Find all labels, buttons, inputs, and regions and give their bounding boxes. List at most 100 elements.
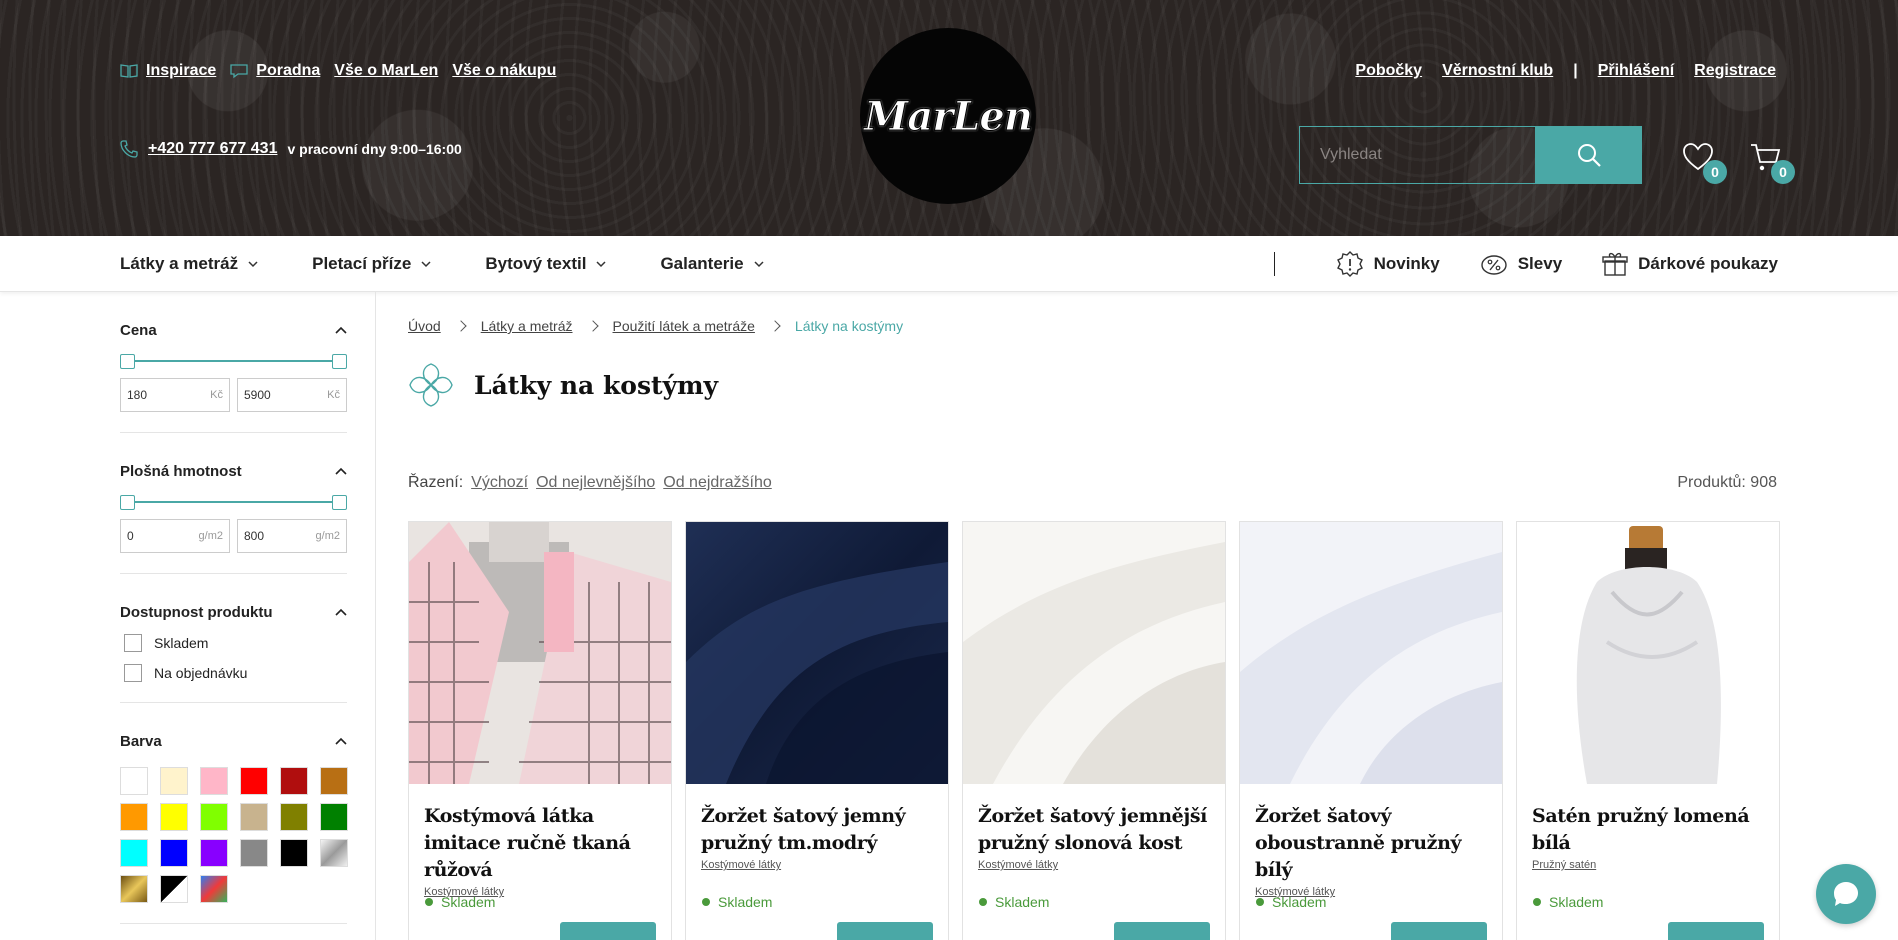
color-swatch[interactable] [160,839,188,867]
header-divider: | [1573,62,1578,79]
product-card[interactable]: Kostýmová látka imitace ručně tkaná růžo… [408,521,672,940]
nav-item-slevy[interactable]: Slevy [1480,250,1562,278]
price-min-input[interactable]: 180 Kč [120,378,230,412]
color-swatch[interactable] [120,839,148,867]
add-to-cart-button[interactable] [560,922,656,940]
color-swatch[interactable] [280,803,308,831]
nav-item-darkove-poukazy[interactable]: Dárkové poukazy [1602,251,1778,277]
color-swatch[interactable] [120,875,148,903]
search-button[interactable] [1536,126,1642,184]
color-swatch[interactable] [200,875,228,903]
add-to-cart-button[interactable] [1391,922,1487,940]
color-swatch[interactable] [160,767,188,795]
price-max-input[interactable]: 5900 Kč [237,378,347,412]
link-prihlaseni[interactable]: Přihlášení [1598,62,1674,80]
weight-max-input[interactable]: 800 g/m2 [237,519,347,553]
color-swatch[interactable] [200,803,228,831]
link-pobocky[interactable]: Pobočky [1355,62,1422,80]
add-to-cart-button[interactable] [1668,922,1764,940]
breadcrumb-pouziti[interactable]: Použití látek a metráže [613,318,755,334]
slider-max-handle[interactable] [332,354,347,369]
weight-slider[interactable] [120,495,347,510]
filter-color-header[interactable]: Barva [120,731,347,751]
nav-item-pletaci-prize[interactable]: Pletací příze [312,254,431,274]
filter-availability-header[interactable]: Dostupnost produktu [120,602,347,622]
link-vernostni-klub[interactable]: Věrnostní klub [1442,62,1553,80]
product-image[interactable] [963,522,1225,784]
sort-cheapest[interactable]: Od nejlevnějšího [536,474,655,492]
nav-item-label: Galanterie [660,254,744,273]
product-card[interactable]: Žoržet šatový jemnější pružný slonová ko… [962,521,1226,940]
product-name[interactable]: Satén pružný lomená bílá [1517,803,1779,857]
sort-default[interactable]: Výchozí [471,474,528,492]
color-swatch[interactable] [240,767,268,795]
weight-unit: g/m2 [198,530,223,542]
product-card[interactable]: Satén pružný lomená bílá Pružný satén Sk… [1516,521,1780,940]
filter-price-header[interactable]: Cena [120,320,347,340]
stock-label: Skladem [718,894,773,910]
color-swatch[interactable] [280,839,308,867]
link-vse-o-marlen[interactable]: Vše o MarLen [334,62,438,80]
product-name[interactable]: Žoržet šatový jemný pružný tm.modrý [686,803,948,857]
nav-item-novinky[interactable]: Novinky [1336,250,1440,278]
color-swatch[interactable] [160,803,188,831]
product-category[interactable]: Pružný satén [1517,859,1779,871]
color-swatch[interactable] [320,839,348,867]
add-to-cart-button[interactable] [1114,922,1210,940]
nav-item-bytovy-textil[interactable]: Bytový textil [485,254,606,274]
link-poradna[interactable]: Poradna [230,62,320,80]
logo[interactable]: MarLen [860,28,1036,204]
slider-max-handle[interactable] [332,495,347,510]
link-inspirace[interactable]: Inspirace [120,62,216,80]
slider-min-handle[interactable] [120,354,135,369]
product-image[interactable] [1517,522,1779,784]
availability-options: Skladem Na objednávku [120,634,347,682]
link-vse-o-nakupu[interactable]: Vše o nákupu [452,62,556,80]
color-swatch[interactable] [200,839,228,867]
price-slider[interactable] [120,354,347,369]
nav-item-latky[interactable]: Látky a metráž [120,254,258,274]
stock-dot-icon [1256,898,1264,906]
add-to-cart-button[interactable] [837,922,933,940]
wishlist-button[interactable]: 0 [1681,140,1727,184]
product-name[interactable]: Kostýmová látka imitace ručně tkaná růžo… [409,803,671,884]
sort-most-expensive[interactable]: Od nejdražšího [663,474,772,492]
slider-min-handle[interactable] [120,495,135,510]
checkbox-box[interactable] [124,664,142,682]
product-image[interactable] [1240,522,1502,784]
breadcrumb-latky[interactable]: Látky a metráž [481,318,573,334]
product-card[interactable]: Žoržet šatový jemný pružný tm.modrý Kost… [685,521,949,940]
product-card[interactable]: Žoržet šatový oboustranně pružný bílý Ko… [1239,521,1503,940]
filter-weight: Plošná hmotnost 0 g/m2 800 g/m2 [120,461,347,574]
link-registrace[interactable]: Registrace [1694,62,1776,80]
weight-min-input[interactable]: 0 g/m2 [120,519,230,553]
stock-status: Skladem [702,894,772,910]
product-category[interactable]: Kostýmové látky [963,859,1225,871]
filter-weight-header[interactable]: Plošná hmotnost [120,461,347,481]
color-swatch[interactable] [320,803,348,831]
color-swatch[interactable] [200,767,228,795]
product-category[interactable]: Kostýmové látky [686,859,948,871]
search-input[interactable] [1299,126,1536,184]
stock-status: Skladem [1533,894,1603,910]
product-image[interactable] [686,522,948,784]
color-swatch[interactable] [240,803,268,831]
product-image[interactable] [409,522,671,784]
product-name[interactable]: Žoržet šatový oboustranně pružný bílý [1240,803,1502,884]
color-swatch[interactable] [120,803,148,831]
breadcrumb-uvod[interactable]: Úvod [408,318,441,334]
color-swatch[interactable] [240,839,268,867]
nav-item-galanterie[interactable]: Galanterie [660,254,764,274]
checkbox-box[interactable] [124,634,142,652]
product-name[interactable]: Žoržet šatový jemnější pružný slonová ko… [963,803,1225,857]
chat-widget-button[interactable] [1816,864,1876,924]
color-swatch[interactable] [120,767,148,795]
color-swatch[interactable] [160,875,188,903]
color-swatch[interactable] [320,767,348,795]
color-swatch[interactable] [280,767,308,795]
opening-hours: v pracovní dny 9:00–16:00 [287,141,462,157]
checkbox-skladem[interactable]: Skladem [120,634,347,652]
cart-button[interactable]: 0 [1749,140,1795,184]
checkbox-na-objednavku[interactable]: Na objednávku [120,664,347,682]
phone-number[interactable]: +420 777 677 431 [148,140,277,158]
